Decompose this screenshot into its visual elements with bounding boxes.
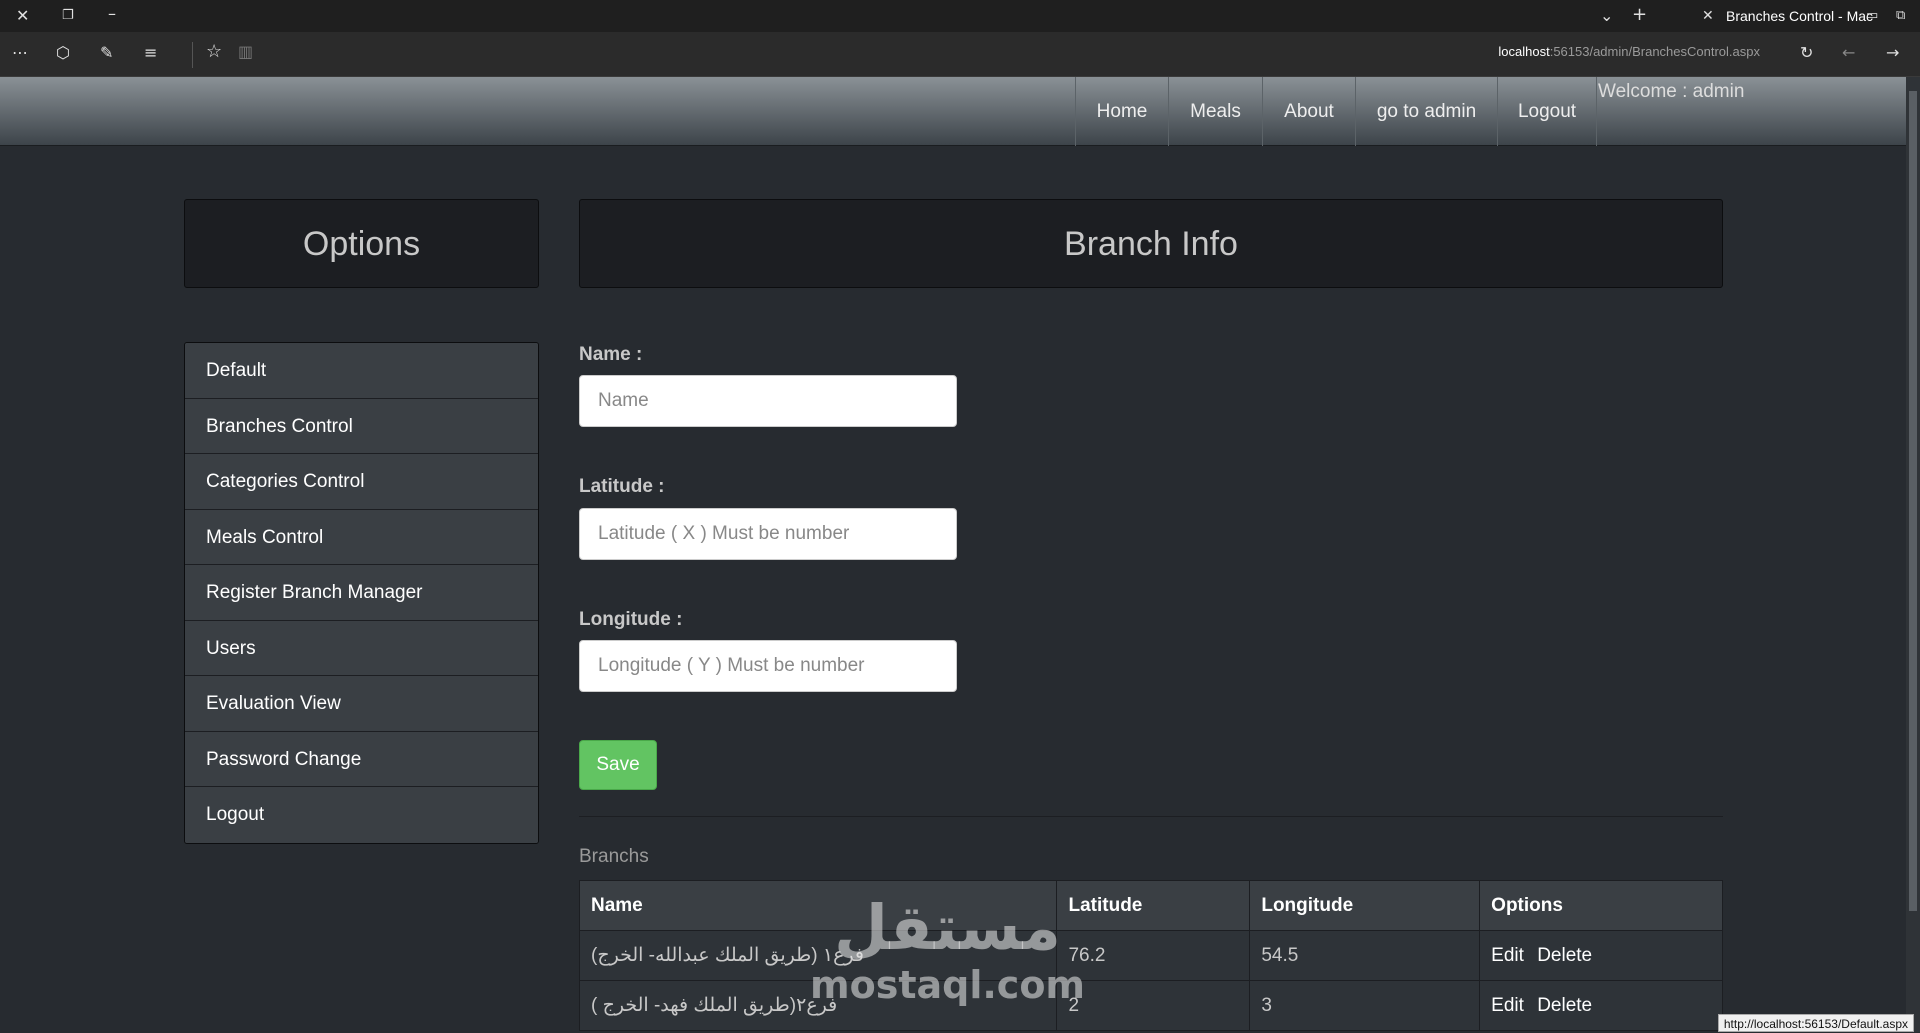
menu-item-users[interactable]: Users xyxy=(185,620,538,676)
menu-item-evaluation-view[interactable]: Evaluation View xyxy=(185,676,538,732)
back-arrow-icon[interactable]: ← xyxy=(1842,45,1855,61)
watermark-latin: mostaql.com xyxy=(810,963,1086,1007)
url-host: localhost xyxy=(1498,44,1550,59)
page-scrollbar[interactable] xyxy=(1906,77,1920,1032)
welcome-text: Welcome : admin xyxy=(1598,81,1745,102)
cell-longitude: 3 xyxy=(1249,980,1481,1031)
header-latitude: Latitude xyxy=(1056,880,1251,931)
nav-about[interactable]: About xyxy=(1262,77,1355,146)
delete-link[interactable]: Delete xyxy=(1537,945,1592,966)
branch-name: فرع٢(طريق الملك فهد- الخرج ) xyxy=(591,995,838,1016)
menu-item-meals-control[interactable]: Meals Control xyxy=(185,509,538,565)
address-bar[interactable]: localhost:56153/admin/BranchesControl.as… xyxy=(1498,44,1760,59)
nav-go-to-admin[interactable]: go to admin xyxy=(1355,77,1497,146)
tab-aside-icon[interactable]: ⧉ xyxy=(1896,8,1905,24)
menu-item-password-change[interactable]: Password Change xyxy=(185,731,538,787)
menu-item-branches-control[interactable]: Branches Control xyxy=(185,398,538,454)
branches-caption: Branchs xyxy=(579,846,649,867)
options-title: Options xyxy=(302,225,421,263)
cell-latitude: 2 xyxy=(1056,980,1251,1031)
longitude-input[interactable] xyxy=(579,640,957,692)
options-header: Options xyxy=(184,199,539,288)
header-options: Options xyxy=(1479,880,1723,931)
edit-link[interactable]: Edit xyxy=(1491,995,1524,1016)
nav-meals[interactable]: Meals xyxy=(1168,77,1262,146)
menu-item-categories-control[interactable]: Categories Control xyxy=(185,454,538,510)
save-button[interactable]: Save xyxy=(579,740,657,790)
branch-info-title: Branch Info xyxy=(1064,225,1238,263)
tab-title: Branches Control - Mac xyxy=(1726,8,1874,24)
options-menu: Default Branches Control Categories Cont… xyxy=(184,342,539,844)
cell-options: Edit Delete xyxy=(1479,930,1723,981)
new-tab-icon[interactable]: + xyxy=(1632,6,1647,24)
hub-icon[interactable]: ≡ xyxy=(144,45,157,61)
pen-notes-icon[interactable]: ✎ xyxy=(100,45,113,61)
cell-longitude: 54.5 xyxy=(1249,930,1481,981)
header-longitude: Longitude xyxy=(1249,880,1481,931)
cell-options: Edit Delete xyxy=(1479,980,1723,1031)
name-input[interactable] xyxy=(579,375,957,427)
nav-home[interactable]: Home xyxy=(1075,77,1168,146)
section-divider xyxy=(579,816,1723,817)
longitude-label: Longitude : xyxy=(579,609,683,630)
close-tab-icon[interactable]: ✕ xyxy=(1702,8,1714,24)
tab-preview-icon[interactable]: ▭ xyxy=(1866,8,1878,24)
watermark-arabic: مستقل xyxy=(834,891,1061,964)
table-row: فرع١ (طريق الملك عبدالله- الخرج) 76.2 54… xyxy=(578,930,1723,981)
tab-list-chevron-icon[interactable]: ⌄ xyxy=(1600,8,1613,24)
close-window-icon[interactable]: ✕ xyxy=(16,8,29,24)
latitude-input[interactable] xyxy=(579,508,957,560)
latitude-label: Latitude : xyxy=(579,476,665,497)
url-path: :56153/admin/BranchesControl.aspx xyxy=(1549,44,1760,59)
table-row: فرع٢(طريق الملك فهد- الخرج ) 2 3 Edit De… xyxy=(578,980,1723,1031)
toolbar-divider xyxy=(192,42,193,68)
minimize-window-icon[interactable]: – xyxy=(108,6,116,22)
forward-arrow-icon[interactable]: → xyxy=(1886,45,1899,61)
menu-item-register-branch-manager[interactable]: Register Branch Manager xyxy=(185,565,538,621)
extensions-icon[interactable]: ⬡ xyxy=(56,45,70,61)
more-options-icon[interactable]: ⋯ xyxy=(12,45,28,61)
menu-item-default[interactable]: Default xyxy=(185,343,538,399)
branch-info-header: Branch Info xyxy=(579,199,1723,288)
scrollbar-thumb[interactable] xyxy=(1909,91,1917,911)
reading-view-icon[interactable]: ▥ xyxy=(238,44,253,60)
status-url: http://localhost:56153/Default.aspx xyxy=(1717,1014,1914,1032)
nav-logout[interactable]: Logout xyxy=(1497,77,1597,146)
edit-link[interactable]: Edit xyxy=(1491,945,1524,966)
restore-window-icon[interactable]: ❐ xyxy=(62,8,74,24)
delete-link[interactable]: Delete xyxy=(1537,995,1592,1016)
browser-tab[interactable]: ✕ Branches Control - Mac xyxy=(1692,0,1882,32)
branches-table: Name Latitude Longitude Options فرع١ (طر… xyxy=(578,880,1723,1031)
favorite-star-icon[interactable]: ☆ xyxy=(206,43,222,61)
refresh-icon[interactable]: ↻ xyxy=(1800,45,1813,61)
watermark: مستقل mostaql.com xyxy=(810,895,1085,1009)
menu-item-logout[interactable]: Logout xyxy=(185,787,538,843)
table-header-row: Name Latitude Longitude Options xyxy=(578,880,1723,931)
cell-latitude: 76.2 xyxy=(1056,930,1251,981)
browser-titlebar: ✕ ❐ – ⌄ + ✕ Branches Control - Mac ▭ ⧉ xyxy=(0,0,1920,32)
name-label: Name : xyxy=(579,344,643,365)
